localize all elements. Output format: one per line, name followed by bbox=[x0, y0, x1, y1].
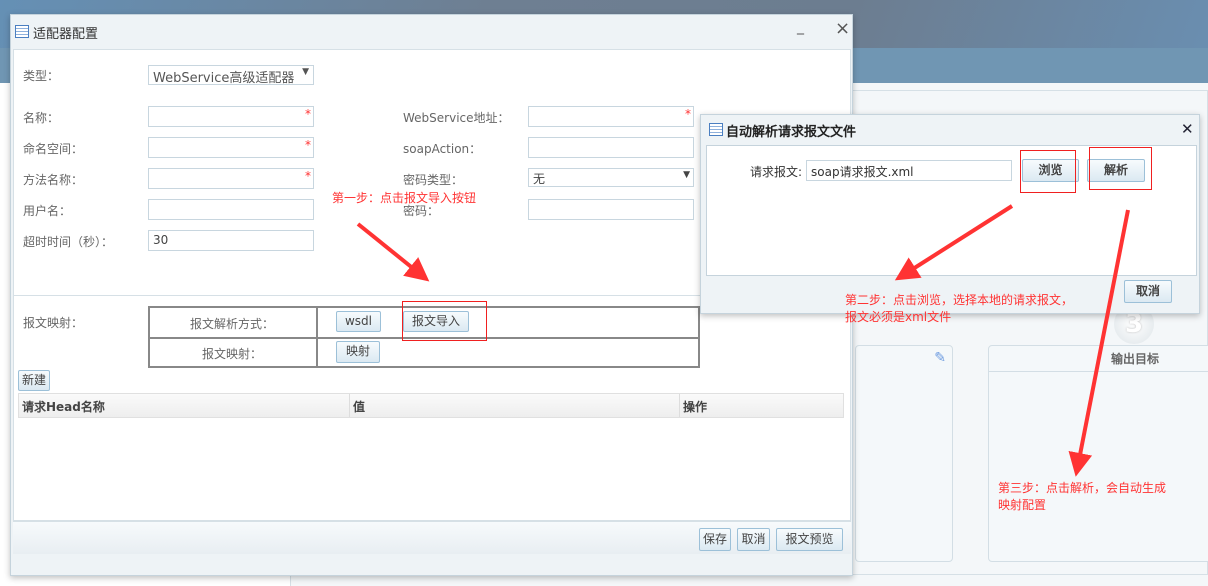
annotation-step1: 第一步：点击报文导入按钮 bbox=[332, 191, 477, 205]
annotation-step3-line2: 映射配置 bbox=[998, 498, 1047, 512]
arrow-step1 bbox=[356, 222, 430, 282]
arrow-step3 bbox=[1068, 209, 1130, 477]
annotation-step3-line1: 第三步：点击解析，会自动生成 bbox=[998, 481, 1167, 495]
annotation-step2-line1: 第二步：点击浏览，选择本地的请求报文， bbox=[845, 293, 1074, 307]
arrow-step2 bbox=[894, 204, 1014, 281]
annotation-step2-line2: 报文必须是xml文件 bbox=[845, 310, 952, 324]
